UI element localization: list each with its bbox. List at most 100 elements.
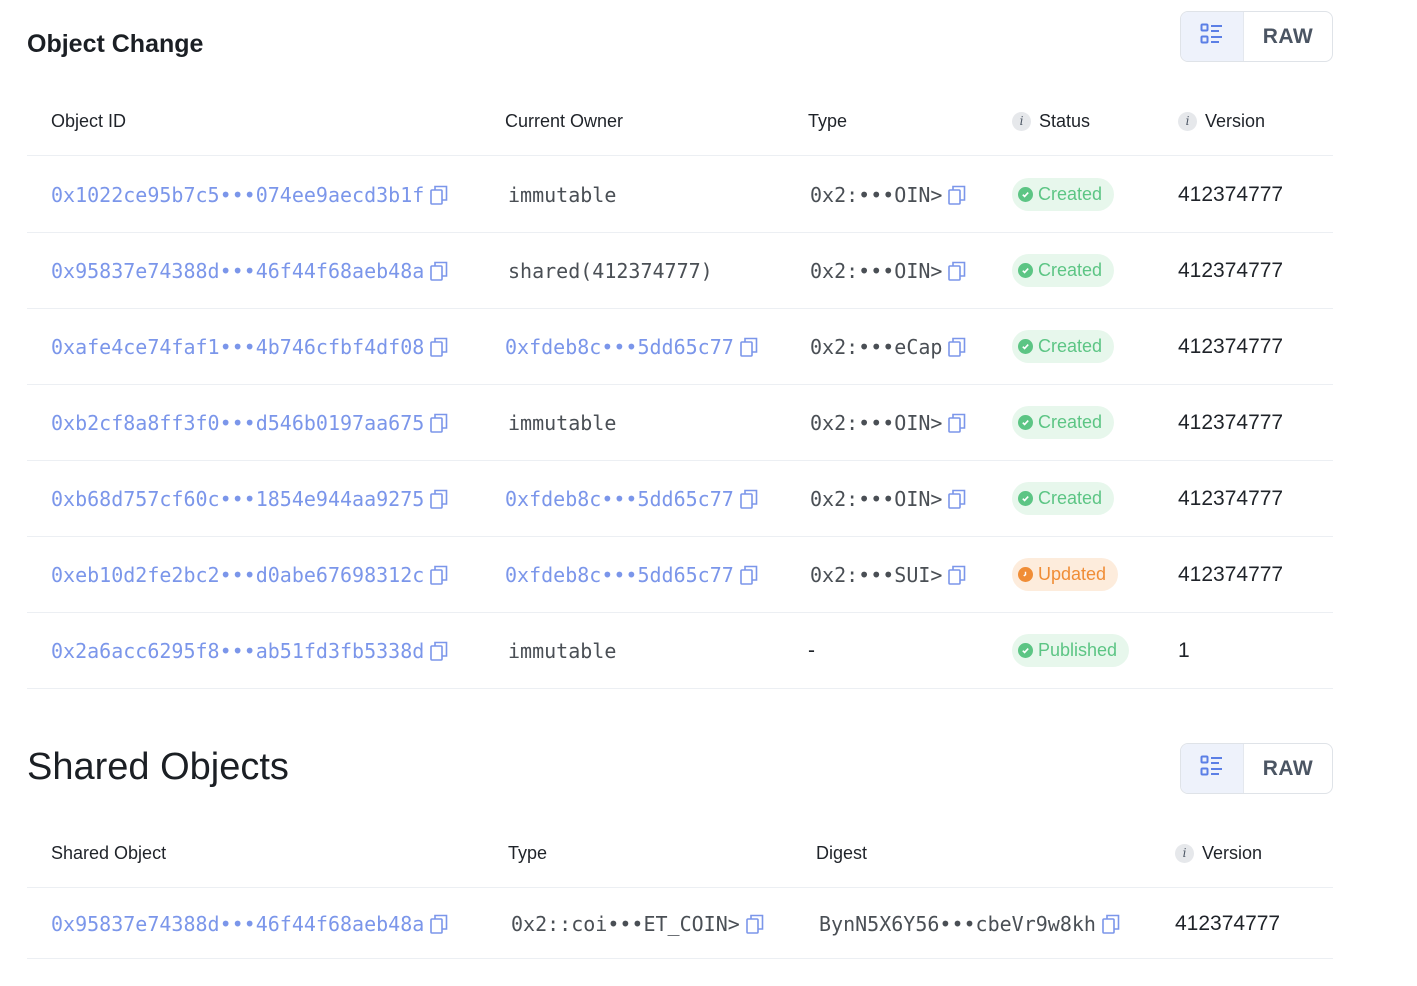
view-toggle: RAW xyxy=(1180,743,1333,794)
raw-view-button[interactable]: RAW xyxy=(1244,12,1332,61)
column-header-type: Type xyxy=(508,842,548,863)
type-cell: 0x2:•••OIN> xyxy=(810,385,966,460)
owner-address-link[interactable]: 0xfdeb8c•••5dd65c77 xyxy=(505,563,734,587)
table-row: 0xb2cf8a8ff3f0•••d546b0197aa675 immutable… xyxy=(27,385,1333,461)
copy-icon[interactable] xyxy=(739,489,758,509)
table-row: 0xeb10d2fe2bc2•••d0abe67698312c 0xfdeb8c•… xyxy=(27,537,1333,613)
copy-icon[interactable] xyxy=(430,337,448,357)
type-text[interactable]: 0x2:•••OIN> xyxy=(810,411,942,435)
column-header-type: Type xyxy=(808,110,848,131)
status-cell: Created xyxy=(1012,385,1115,460)
object-id-cell: 0x2a6acc6295f8•••ab51fd3fb5338d xyxy=(51,613,448,688)
object-id-link[interactable]: 0xafe4ce74faf1•••4b746cfbf4df08 xyxy=(51,335,424,359)
copy-icon[interactable] xyxy=(430,413,448,433)
copy-icon[interactable] xyxy=(948,565,966,585)
owner-address-link[interactable]: 0xfdeb8c•••5dd65c77 xyxy=(505,487,734,511)
copy-icon[interactable] xyxy=(430,641,448,661)
owner-cell: 0xfdeb8c•••5dd65c77 xyxy=(505,461,758,536)
status-label: Created xyxy=(1038,488,1103,508)
type-cell: - xyxy=(808,613,815,688)
digest-text[interactable]: BynN5X6Y56•••cbeVr9w8kh xyxy=(819,912,1096,936)
object-id-link[interactable]: 0x2a6acc6295f8•••ab51fd3fb5338d xyxy=(51,639,424,663)
type-text[interactable]: 0x2:•••SUI> xyxy=(810,563,942,587)
owner-text: immutable xyxy=(508,638,617,663)
check-circle-icon xyxy=(1018,263,1033,278)
type-text[interactable]: 0x2:•••OIN> xyxy=(810,259,942,283)
object-id-link[interactable]: 0xb2cf8a8ff3f0•••d546b0197aa675 xyxy=(51,411,424,435)
object-id-link[interactable]: 0xeb10d2fe2bc2•••d0abe67698312c xyxy=(51,563,424,587)
copy-icon[interactable] xyxy=(430,489,448,509)
check-circle-icon xyxy=(1018,187,1033,202)
copy-icon[interactable] xyxy=(430,914,448,934)
copy-icon[interactable] xyxy=(430,261,448,281)
type-text[interactable]: 0x2::coi•••ET_COIN> xyxy=(511,912,740,936)
copy-icon[interactable] xyxy=(948,337,966,357)
status-badge: Published xyxy=(1012,634,1130,667)
type-text[interactable]: 0x2:•••OIN> xyxy=(810,487,942,511)
check-circle-icon xyxy=(1018,339,1033,354)
type-text[interactable]: 0x2:•••OIN> xyxy=(810,183,942,207)
object-id-link[interactable]: 0x95837e74388d•••46f44f68aeb48a xyxy=(51,259,424,283)
object-id-cell: 0x1022ce95b7c5•••074ee9aecd3b1f xyxy=(51,157,448,232)
type-cell: 0x2::coi•••ET_COIN> xyxy=(511,889,764,958)
version-cell: 412374777 xyxy=(1178,157,1283,232)
copy-icon[interactable] xyxy=(745,914,764,934)
raw-view-button[interactable]: RAW xyxy=(1244,744,1332,793)
copy-icon[interactable] xyxy=(739,337,758,357)
type-cell: 0x2:•••SUI> xyxy=(810,537,966,612)
owner-cell: 0xfdeb8c•••5dd65c77 xyxy=(505,309,758,384)
status-cell: Created xyxy=(1012,233,1115,308)
list-view-icon xyxy=(1200,755,1224,782)
list-view-button[interactable] xyxy=(1181,12,1244,61)
column-header-object-id: Object ID xyxy=(51,110,127,131)
version-cell: 412374777 xyxy=(1178,537,1283,612)
status-badge: Created xyxy=(1012,178,1115,211)
column-header-digest: Digest xyxy=(816,842,868,863)
object-id-link[interactable]: 0x1022ce95b7c5•••074ee9aecd3b1f xyxy=(51,183,424,207)
version-cell: 412374777 xyxy=(1178,233,1283,308)
version-cell: 412374777 xyxy=(1178,309,1283,384)
status-badge: Updated xyxy=(1012,558,1119,591)
owner-address-link[interactable]: 0xfdeb8c•••5dd65c77 xyxy=(505,335,734,359)
version-value: 412374777 xyxy=(1178,562,1284,586)
version-cell: 1 xyxy=(1178,613,1190,688)
column-header-version-label: Version xyxy=(1205,110,1266,131)
type-cell: 0x2:•••OIN> xyxy=(810,233,966,308)
copy-icon[interactable] xyxy=(948,261,966,281)
check-circle-icon xyxy=(1018,491,1033,506)
shared-object-link[interactable]: 0x95837e74388d•••46f44f68aeb48a xyxy=(51,912,424,936)
copy-icon[interactable] xyxy=(430,185,448,205)
version-value: 412374777 xyxy=(1175,911,1281,935)
copy-icon[interactable] xyxy=(948,185,966,205)
table-row: 0xafe4ce74faf1•••4b746cfbf4df08 0xfdeb8c•… xyxy=(27,309,1333,385)
shared-objects-rows: 0x95837e74388d•••46f44f68aeb48a 0x2::coi•… xyxy=(27,889,1333,959)
table-row: 0x2a6acc6295f8•••ab51fd3fb5338d immutable… xyxy=(27,613,1333,689)
version-cell: 412374777 xyxy=(1178,385,1283,460)
shared-objects-title: Shared Objects xyxy=(27,746,289,788)
object-id-link[interactable]: 0xb68d757cf60c•••1854e944aa9275 xyxy=(51,487,424,511)
copy-icon[interactable] xyxy=(739,565,758,585)
version-value: 1 xyxy=(1178,638,1190,662)
status-label: Updated xyxy=(1038,564,1107,584)
info-icon[interactable]: i xyxy=(1178,111,1197,131)
status-cell: Updated xyxy=(1012,537,1119,612)
table-row: 0x95837e74388d•••46f44f68aeb48a shared(41… xyxy=(27,233,1333,309)
table-row: 0xb68d757cf60c•••1854e944aa9275 0xfdeb8c•… xyxy=(27,461,1333,537)
status-cell: Created xyxy=(1012,309,1115,384)
shared-object-cell: 0x95837e74388d•••46f44f68aeb48a xyxy=(51,889,448,958)
info-icon[interactable]: i xyxy=(1012,111,1031,131)
copy-icon[interactable] xyxy=(1102,914,1120,934)
type-text[interactable]: 0x2:•••eCap xyxy=(810,335,942,359)
copy-icon[interactable] xyxy=(948,489,966,509)
list-view-icon xyxy=(1200,23,1224,50)
object-id-cell: 0x95837e74388d•••46f44f68aeb48a xyxy=(51,233,448,308)
status-cell: Published xyxy=(1012,613,1130,688)
column-header-shared-object: Shared Object xyxy=(51,842,167,863)
copy-icon[interactable] xyxy=(430,565,448,585)
info-icon[interactable]: i xyxy=(1175,843,1194,863)
list-view-button[interactable] xyxy=(1181,744,1244,793)
object-id-cell: 0xb68d757cf60c•••1854e944aa9275 xyxy=(51,461,448,536)
type-cell: 0x2:•••eCap xyxy=(810,309,966,384)
type-cell: 0x2:•••OIN> xyxy=(810,461,966,536)
copy-icon[interactable] xyxy=(948,413,966,433)
